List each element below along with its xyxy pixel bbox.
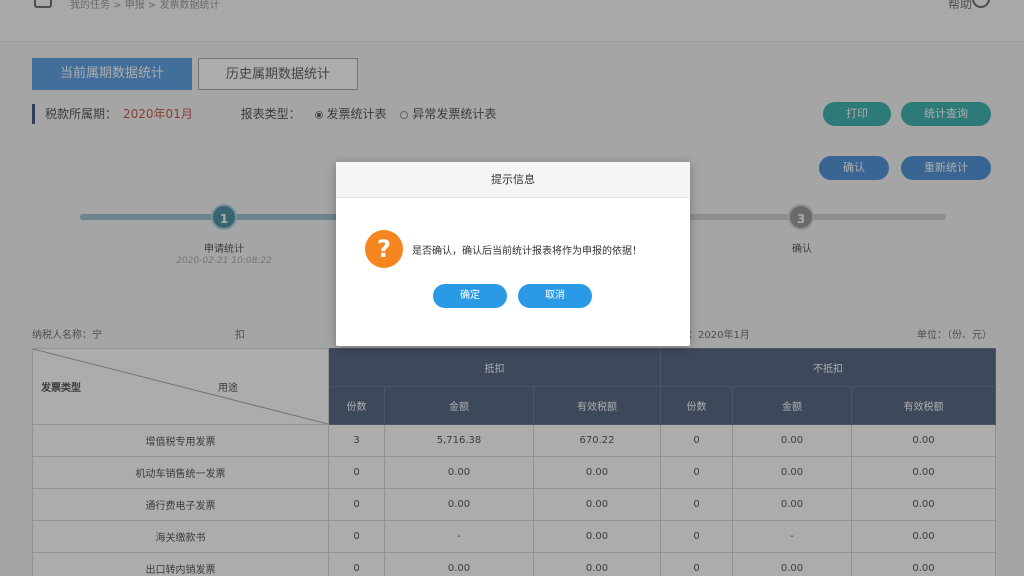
question-icon: ? (365, 230, 403, 268)
confirm-dialog: 提示信息 ? 是否确认，确认后当前统计报表将作为申报的依据！ 确定 取消 (336, 162, 690, 346)
dialog-title: 提示信息 (336, 162, 690, 198)
dialog-cancel-button[interactable]: 取消 (518, 284, 592, 308)
dialog-ok-button[interactable]: 确定 (433, 284, 507, 308)
dialog-message: 是否确认，确认后当前统计报表将作为申报的依据！ (412, 246, 642, 257)
